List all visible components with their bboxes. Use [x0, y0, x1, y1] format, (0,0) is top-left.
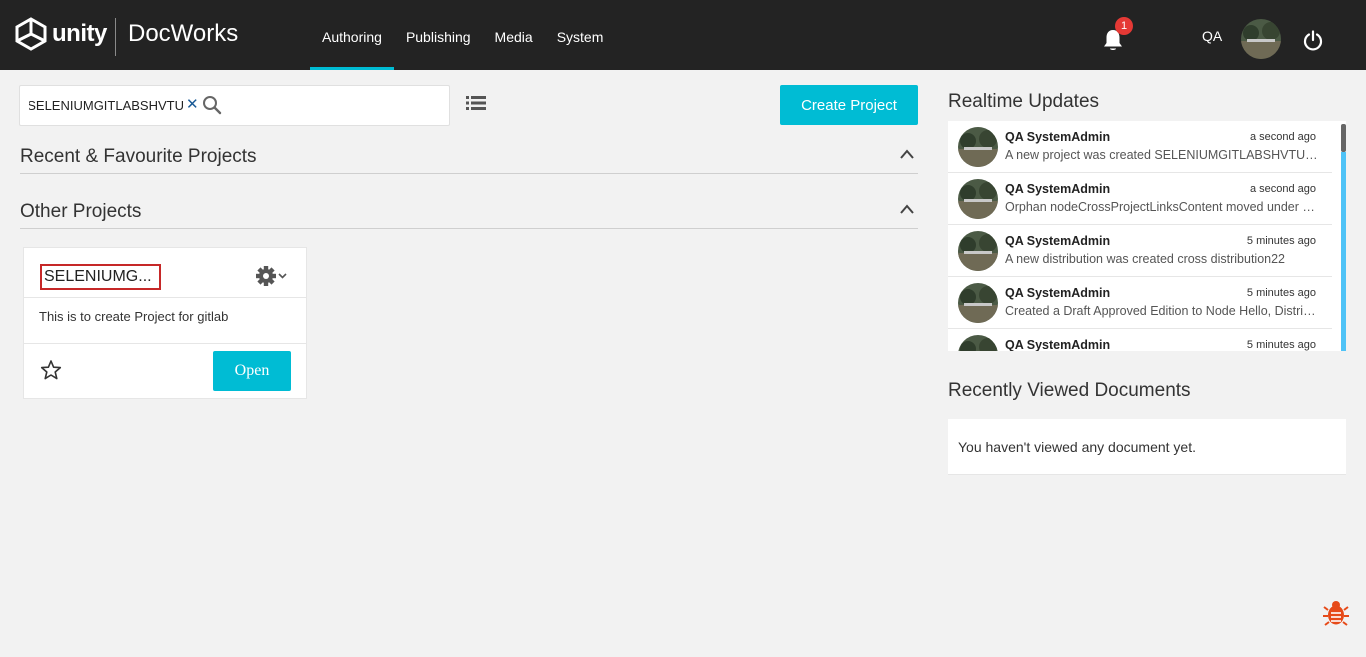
user-initials[interactable]: QA [1202, 28, 1222, 44]
unity-logo-icon [15, 17, 47, 51]
top-bar: unity DocWorks Authoring Publishing Medi… [0, 0, 1366, 70]
realtime-updates-list[interactable]: QA SystemAdmin a second ago A new projec… [948, 121, 1346, 351]
other-projects-title: Other Projects [20, 201, 142, 222]
chevron-up-icon[interactable] [899, 203, 915, 215]
section-divider [20, 228, 918, 229]
nav-media[interactable]: Media [483, 0, 545, 70]
update-user: QA SystemAdmin [1005, 338, 1111, 351]
avatar [958, 127, 998, 167]
nav-authoring[interactable]: Authoring [310, 0, 394, 70]
update-message: A new distribution was created cross dis… [1005, 252, 1286, 266]
power-icon[interactable] [1302, 29, 1324, 51]
main-nav: Authoring Publishing Media System [310, 0, 615, 70]
project-title[interactable]: SELENIUMG... [40, 264, 161, 290]
avatar [958, 335, 998, 351]
logo-divider [115, 18, 116, 56]
gear-icon[interactable] [256, 265, 290, 287]
unity-logo[interactable]: unity DocWorks [14, 17, 238, 56]
card-divider [24, 343, 306, 344]
update-user: QA SystemAdmin [1005, 286, 1111, 300]
recent-documents-panel: You haven't viewed any document yet. [948, 419, 1346, 475]
update-item[interactable]: QA SystemAdmin 5 minutes ago Created a D… [948, 277, 1332, 329]
recent-documents-empty: You haven't viewed any document yet. [958, 439, 1196, 455]
chevron-up-icon[interactable] [899, 148, 915, 160]
update-item[interactable]: QA SystemAdmin 5 minutes ago [948, 329, 1332, 351]
recent-documents-title: Recently Viewed Documents [948, 380, 1191, 401]
search-input[interactable]: SELENIUMGITLABSHVTU [29, 98, 184, 113]
realtime-updates-title: Realtime Updates [948, 91, 1100, 112]
update-message: A new project was created SELENIUMGITLAB… [1005, 148, 1320, 162]
update-item[interactable]: QA SystemAdmin 5 minutes ago A new distr… [948, 225, 1332, 277]
avatar [958, 179, 998, 219]
list-view-icon[interactable] [466, 94, 486, 112]
avatar[interactable] [1241, 19, 1281, 59]
section-divider [20, 173, 918, 174]
avatar-image [1241, 19, 1281, 59]
app-name: DocWorks [128, 20, 239, 47]
update-time: 5 minutes ago [1246, 339, 1316, 351]
update-user: QA SystemAdmin [1005, 130, 1111, 144]
project-card: SELENIUMG... This is to create Project f… [23, 247, 307, 399]
update-item[interactable]: QA SystemAdmin a second ago Orphan nodeC… [948, 173, 1332, 225]
logo-text: unity [52, 20, 107, 47]
card-divider [24, 297, 306, 298]
project-description: This is to create Project for gitlab [39, 309, 229, 324]
nav-system[interactable]: System [545, 0, 616, 70]
update-message: Orphan nodeCrossProjectLinksContent move… [1005, 200, 1320, 214]
project-search-box[interactable]: SELENIUMGITLABSHVTU ✕ [19, 85, 450, 126]
update-time: 5 minutes ago [1246, 287, 1316, 299]
update-user: QA SystemAdmin [1005, 182, 1111, 196]
nav-publishing[interactable]: Publishing [394, 0, 483, 70]
update-time: 5 minutes ago [1246, 235, 1316, 247]
scrollbar-thumb[interactable] [1341, 124, 1346, 152]
scrollbar-track[interactable] [1341, 152, 1346, 351]
avatar [958, 231, 998, 271]
close-icon[interactable]: ✕ [186, 95, 199, 113]
update-time: a second ago [1249, 131, 1316, 143]
update-user: QA SystemAdmin [1005, 234, 1111, 248]
star-icon[interactable] [40, 359, 62, 381]
notification-badge: 1 [1115, 17, 1133, 35]
bug-icon[interactable] [1322, 599, 1350, 627]
avatar [958, 283, 998, 323]
search-icon[interactable] [202, 95, 222, 115]
update-time: a second ago [1249, 183, 1316, 195]
recent-projects-title: Recent & Favourite Projects [20, 146, 257, 167]
create-project-button[interactable]: Create Project [780, 85, 918, 125]
open-project-button[interactable]: Open [213, 351, 291, 391]
update-message: Created a Draft Approved Edition to Node… [1005, 304, 1320, 318]
update-item[interactable]: QA SystemAdmin a second ago A new projec… [948, 121, 1332, 173]
